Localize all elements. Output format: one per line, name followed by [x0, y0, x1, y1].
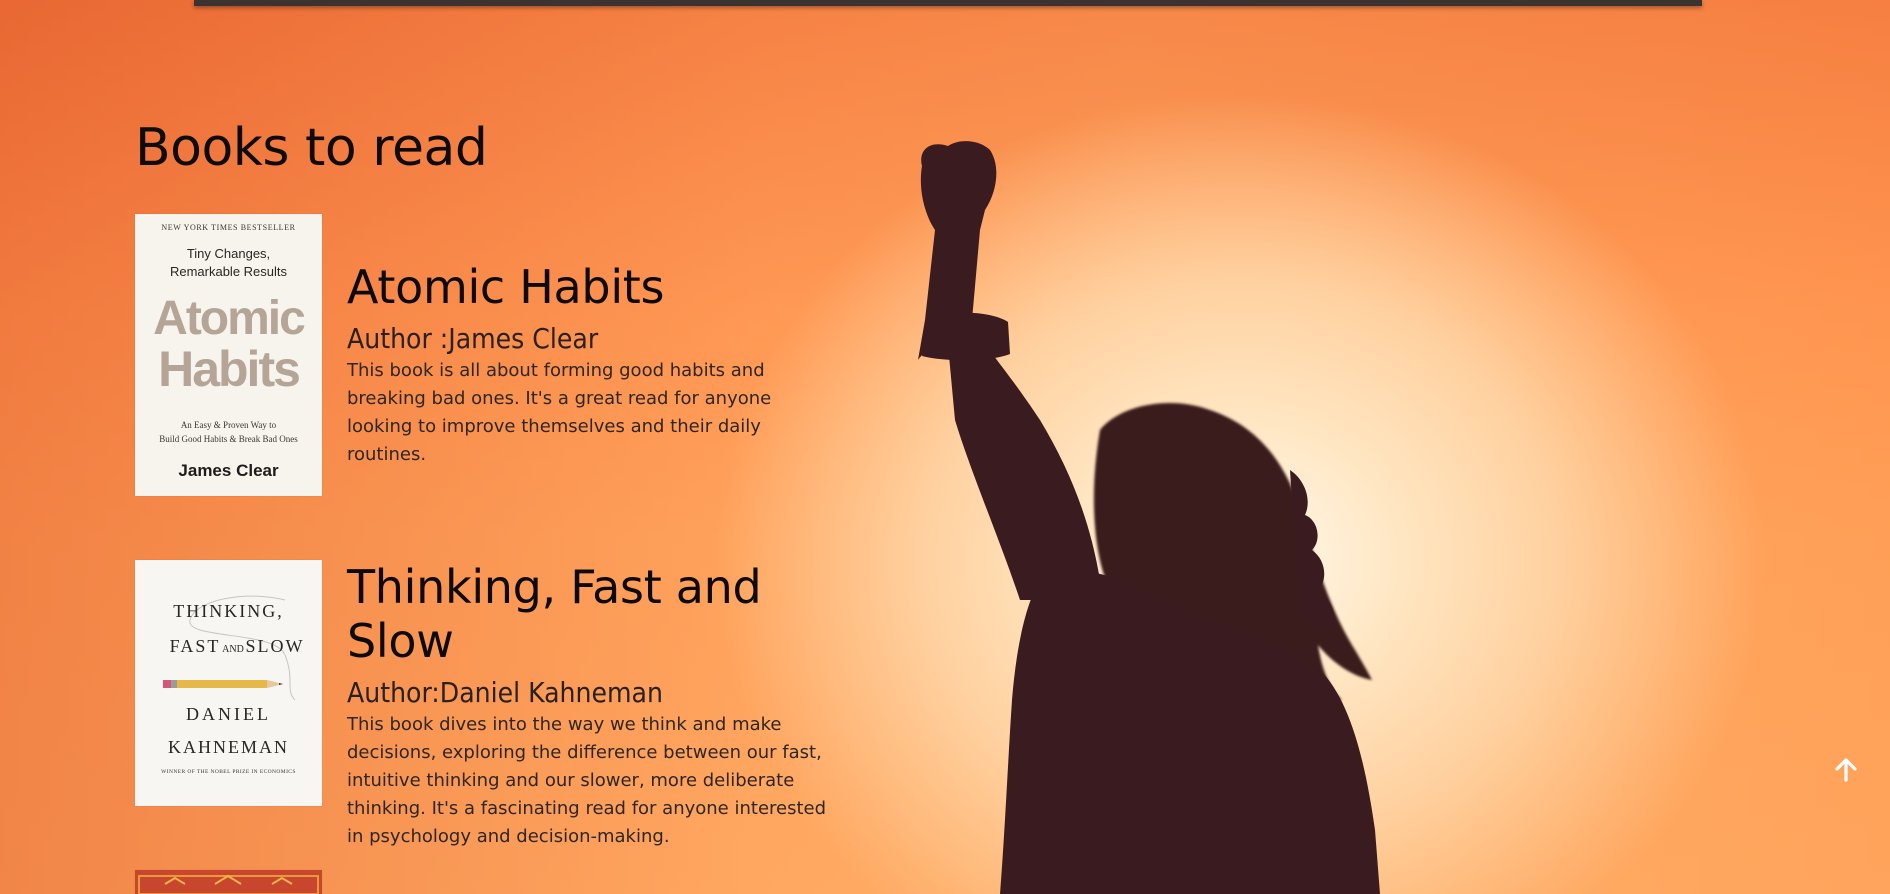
scroll-to-top-button[interactable]: [1832, 756, 1860, 784]
cover-author: James Clear: [178, 461, 279, 480]
thinking-fast-slow-cover-art: THINKING, FAST AND SLOW DANIEL KAHNEMAN …: [135, 560, 322, 806]
cover-title-2: Habits: [158, 341, 299, 397]
book-cover-third[interactable]: [135, 870, 322, 894]
book-author: Author :James Clear: [347, 322, 599, 355]
book-info-thinking-fast-and-slow: Thinking, Fast and Slow Author:Daniel Ka…: [347, 560, 837, 851]
book-title: Thinking, Fast and Slow: [347, 560, 762, 668]
atomic-habits-cover-art: NEW YORK TIMES BESTSELLER Tiny Changes, …: [135, 214, 322, 496]
book-cover-atomic-habits[interactable]: NEW YORK TIMES BESTSELLER Tiny Changes, …: [135, 214, 322, 496]
book-author: Author:Daniel Kahneman: [347, 676, 663, 709]
third-cover-art: [135, 870, 322, 894]
book-info-atomic-habits: Atomic Habits Author :James Clear This b…: [347, 260, 837, 469]
cover-title-fast: FAST: [170, 636, 221, 656]
book-cover-thinking-fast-and-slow[interactable]: THINKING, FAST AND SLOW DANIEL KAHNEMAN …: [135, 560, 322, 806]
cover-author-line-2: KAHNEMAN: [168, 737, 289, 757]
book-description: This book is all about forming good habi…: [347, 360, 772, 465]
cover-title-and: AND: [222, 644, 244, 655]
cover-subtitle-1: An Easy & Proven Way to: [181, 420, 277, 430]
book-description: This book dives into the way we think an…: [347, 714, 827, 847]
cover-footer: WINNER OF THE NOBEL PRIZE IN ECONOMICS: [161, 769, 296, 775]
book-title: Atomic Habits: [347, 260, 665, 314]
page-title: Books to read: [135, 118, 488, 178]
arrow-up-icon: [1835, 758, 1857, 782]
cover-author-line-1: DANIEL: [186, 704, 271, 724]
cover-title-slow: SLOW: [246, 636, 305, 656]
cover-tagline-1: Tiny Changes,: [187, 246, 270, 261]
pencil-icon: [163, 680, 283, 688]
cover-title-1: Atomic: [153, 292, 305, 345]
cover-top-line: NEW YORK TIMES BESTSELLER: [161, 223, 295, 232]
cover-subtitle-2: Build Good Habits & Break Bad Ones: [159, 434, 298, 444]
cover-tagline-2: Remarkable Results: [170, 264, 288, 279]
cover-title-line-1: THINKING,: [173, 601, 283, 621]
